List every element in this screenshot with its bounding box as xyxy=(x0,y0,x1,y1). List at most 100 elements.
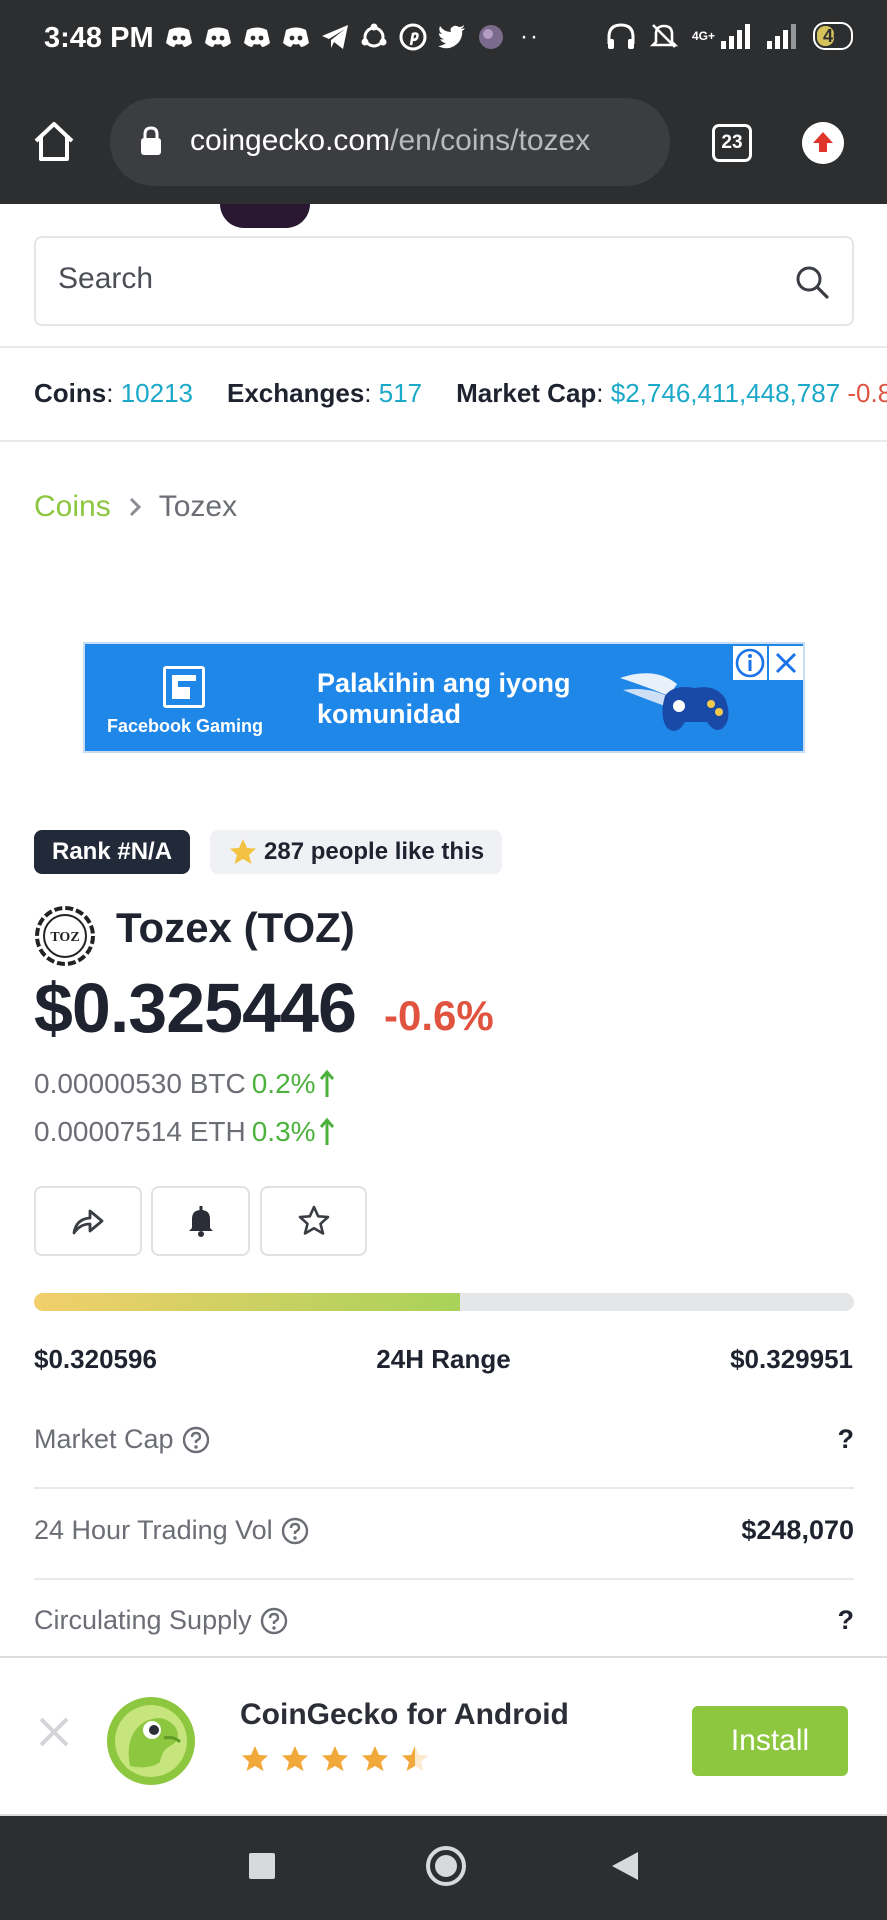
share-button[interactable] xyxy=(34,1186,142,1256)
url-domain: coingecko.com xyxy=(190,124,391,157)
help-icon[interactable] xyxy=(281,1517,309,1545)
bell-icon xyxy=(188,1206,213,1237)
coin-price: $0.325446 xyxy=(34,969,357,1047)
twitter-icon xyxy=(437,22,467,52)
signal-icon xyxy=(766,24,796,49)
telegram-icon xyxy=(320,22,350,52)
coins-count-link[interactable]: 10213 xyxy=(121,378,193,408)
back-icon[interactable] xyxy=(610,1850,640,1882)
breadcrumb: Coins Tozex xyxy=(34,490,237,524)
price-change: -0.6% xyxy=(384,992,494,1039)
star-icon xyxy=(242,1746,268,1771)
discord-icon xyxy=(164,22,194,52)
likes-badge: 287 people like this xyxy=(210,830,503,874)
signal-icon xyxy=(720,24,750,49)
network-type: 4G+ xyxy=(691,29,715,43)
battery-indicator: 46 xyxy=(812,22,853,50)
btc-change: 0.2% xyxy=(252,1068,336,1100)
discord-icon xyxy=(281,22,311,52)
tozex-logo-text: TOZ xyxy=(50,930,79,945)
divider xyxy=(0,440,887,442)
stat-label: Market Cap xyxy=(34,1424,210,1455)
url-text[interactable]: coingecko.com/en/coins/tozex xyxy=(190,124,590,158)
tab-switcher-button[interactable]: 23 xyxy=(712,124,752,162)
facebook-gaming-logo xyxy=(163,666,205,708)
home-icon[interactable] xyxy=(30,117,78,165)
address-bar[interactable]: coingecko.com/en/coins/tozex xyxy=(110,98,670,186)
ad-close-icon[interactable] xyxy=(769,646,803,680)
market-cap-link[interactable]: $2,746,411,448,787 xyxy=(611,378,840,408)
help-icon[interactable] xyxy=(182,1426,210,1454)
discord-icon xyxy=(242,22,272,52)
eth-price: 0.00007514 ETH xyxy=(34,1116,246,1147)
range-high: $0.329951 xyxy=(730,1344,853,1374)
update-icon[interactable] xyxy=(802,122,844,164)
help-icon[interactable] xyxy=(260,1607,288,1635)
headphones-icon xyxy=(607,23,635,49)
coingecko-app-icon xyxy=(107,1697,195,1785)
close-icon[interactable] xyxy=(36,1714,72,1750)
market-cap-label: Market Cap xyxy=(456,378,597,408)
gamepad-wings-icon xyxy=(620,673,729,731)
star-icon xyxy=(282,1746,308,1771)
android-nav-bar xyxy=(0,1816,887,1920)
stat-value: ? xyxy=(837,1424,855,1454)
market-cap-change: -0.8 xyxy=(847,378,887,408)
likes-count: 287 people like this xyxy=(264,838,485,865)
url-path: /en/coins/tozex xyxy=(390,124,591,157)
search-input[interactable] xyxy=(58,262,758,296)
range-bar-fill xyxy=(34,1293,461,1311)
tozex-logo: TOZ xyxy=(35,906,95,966)
system-icons: 4G+ 46 xyxy=(606,22,853,50)
app-rating-stars xyxy=(240,1744,430,1774)
exchanges-count-link[interactable]: 517 xyxy=(379,378,422,408)
star-icon xyxy=(230,839,256,864)
recent-apps-icon[interactable] xyxy=(248,1852,276,1880)
exchanges-count-label: Exchanges xyxy=(227,378,365,408)
divider xyxy=(34,1487,854,1489)
ad-info-icon[interactable] xyxy=(733,646,767,680)
stat-label: 24 Hour Trading Vol xyxy=(34,1515,309,1546)
install-button[interactable]: Install xyxy=(692,1706,848,1776)
stat-row-trading-volume: 24 Hour Trading Vol $248,070 xyxy=(34,1515,854,1575)
share-icon xyxy=(72,1209,104,1235)
stat-row-market-cap: Market Cap ? xyxy=(34,1424,854,1484)
watchlist-button[interactable] xyxy=(260,1186,367,1256)
browser-toolbar: coingecko.com/en/coins/tozex 23 xyxy=(0,80,887,204)
stat-value: $248,070 xyxy=(741,1515,854,1545)
eth-change-value: 0.3% xyxy=(251,1116,316,1147)
ad-headline: Palakihin ang iyong komunidad xyxy=(317,668,571,730)
more-notifications-icon: ·· xyxy=(520,23,540,50)
breadcrumb-coins-link[interactable]: Coins xyxy=(34,490,111,524)
divider xyxy=(0,346,887,348)
arrow-up-icon xyxy=(319,1069,334,1097)
star-icon xyxy=(322,1746,348,1771)
eth-change: 0.3% xyxy=(252,1116,336,1148)
home-nav-icon[interactable] xyxy=(424,1844,468,1888)
arrow-up-icon xyxy=(319,1117,334,1145)
coin-name: Tozex (TOZ) xyxy=(116,904,355,951)
stat-label: Circulating Supply xyxy=(34,1605,288,1636)
breadcrumb-current: Tozex xyxy=(158,490,238,523)
ubuntu-icon xyxy=(359,22,389,52)
stat-value: ? xyxy=(837,1605,855,1635)
search-icon[interactable] xyxy=(794,264,830,300)
price-alert-button[interactable] xyxy=(151,1186,250,1256)
global-stats-bar: Coins: 10213 Exchanges: 517 Market Cap: $2… xyxy=(34,378,887,409)
stat-label-text: 24 Hour Trading Vol xyxy=(34,1515,273,1545)
btc-price: 0.00000530 BTC xyxy=(34,1068,246,1099)
pinterest-icon xyxy=(398,22,428,52)
ad-brand: Facebook Gaming xyxy=(107,716,264,736)
btc-change-value: 0.2% xyxy=(251,1068,316,1099)
star-icon xyxy=(362,1746,388,1771)
status-bar: 3:48 PM ·· 4G+ 46 xyxy=(0,0,887,80)
ad-banner[interactable]: Facebook Gaming Palakihin ang iyong komu… xyxy=(83,642,805,753)
lock-icon xyxy=(141,126,161,155)
chevron-right-icon xyxy=(129,497,141,517)
status-time: 3:48 PM xyxy=(44,22,154,54)
search-box[interactable] xyxy=(34,236,854,326)
app-name: CoinGecko for Android xyxy=(240,1698,569,1731)
star-half-icon xyxy=(402,1746,428,1771)
range-bar xyxy=(34,1293,854,1311)
coins-count-label: Coins xyxy=(34,378,107,408)
